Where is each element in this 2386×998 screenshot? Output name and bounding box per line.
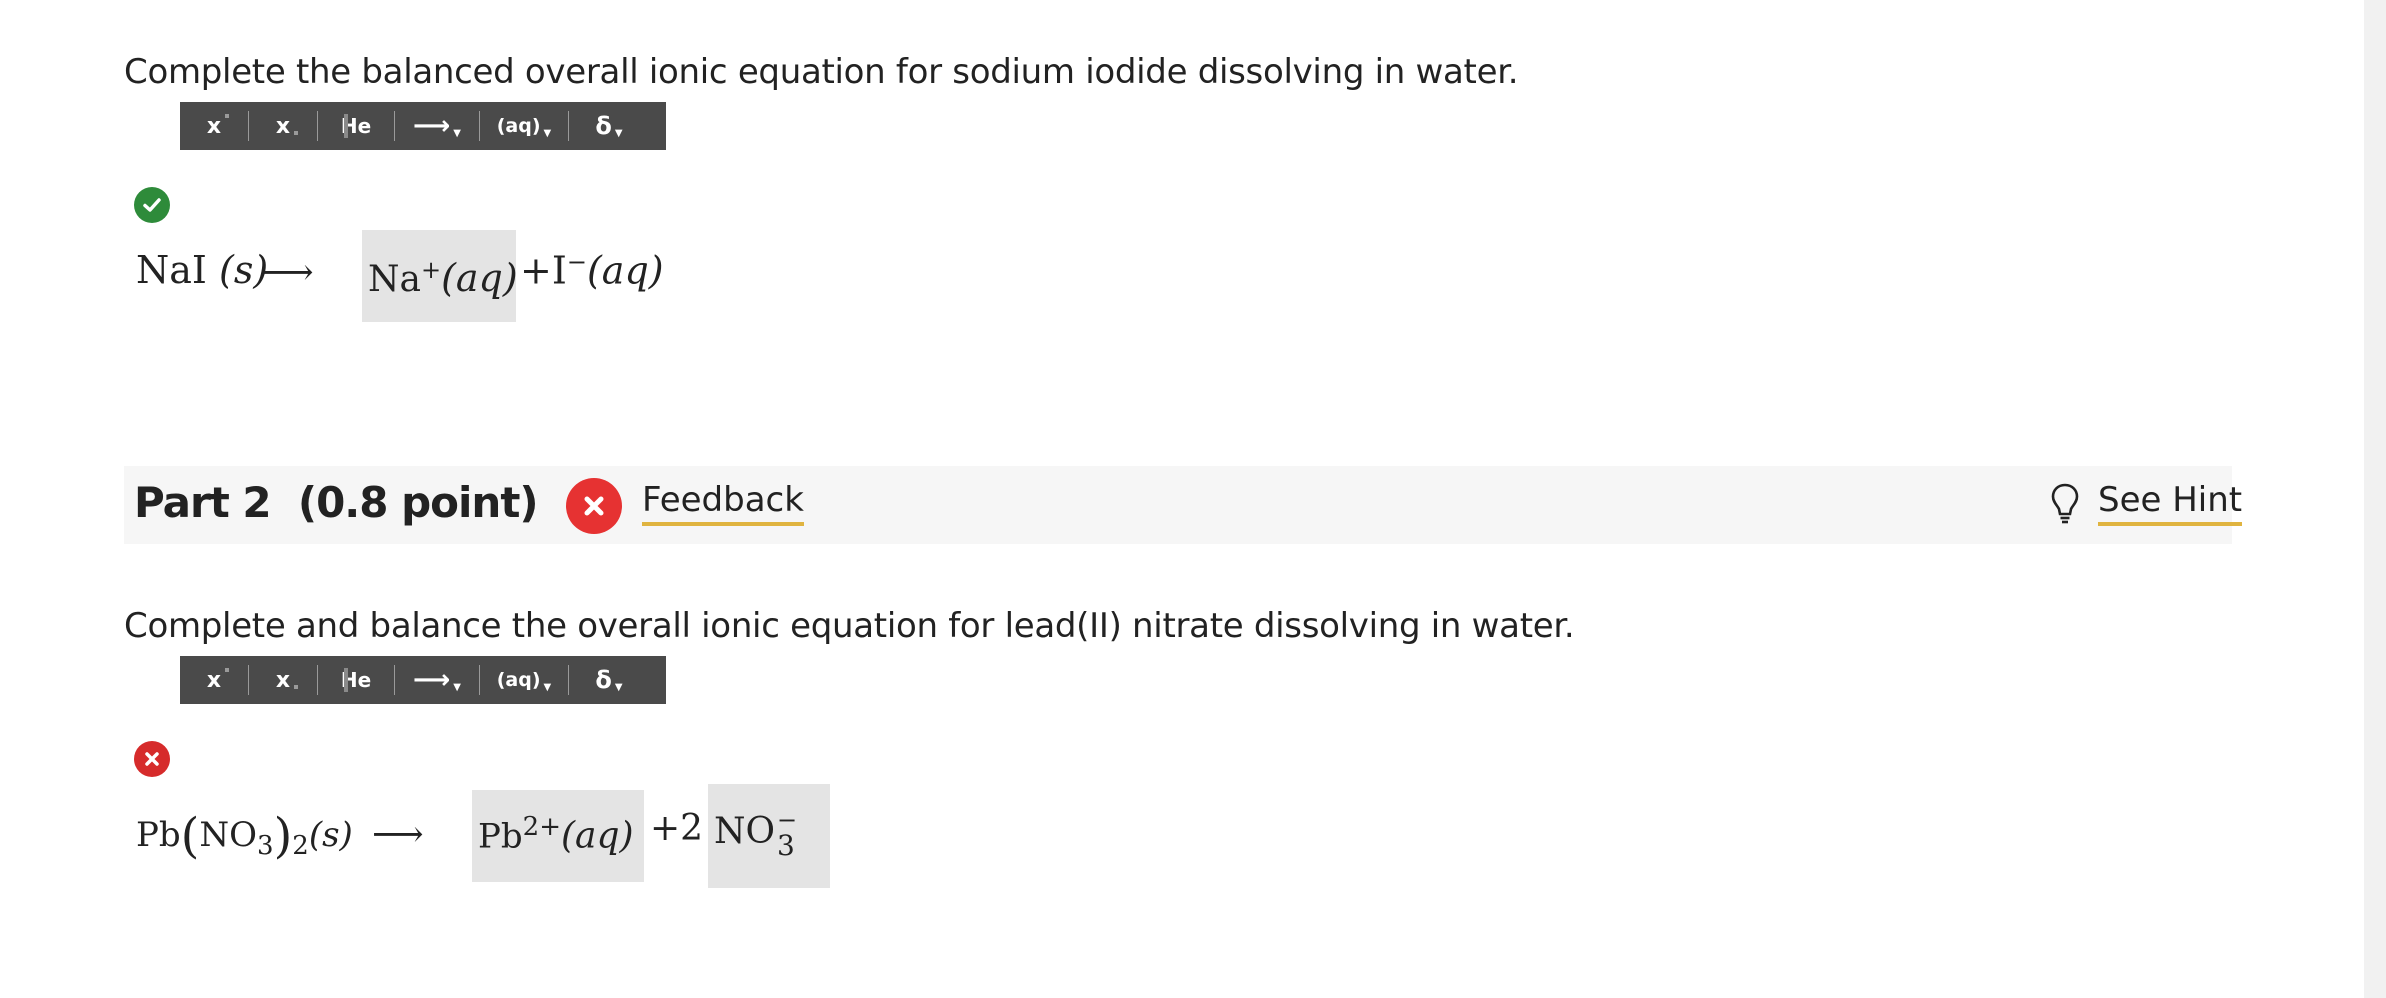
ion-state: (aq) <box>441 256 518 300</box>
part2-answer-ion-2: NO −3 <box>714 808 797 860</box>
caret-down-icon: ▼ <box>614 681 623 693</box>
product2-symbol: I <box>551 248 567 293</box>
part1-toolbar: x x He ⟶ ▼ (aq) ▼ δ ▼ <box>180 102 666 150</box>
correct-check-icon <box>134 187 170 223</box>
ion-state: (aq) <box>560 815 634 857</box>
subscript-label: x <box>275 667 291 693</box>
part1-question: Complete the balanced overall ionic equa… <box>124 52 1519 92</box>
reactant-no: NO <box>199 815 258 855</box>
superscript-button[interactable]: x <box>180 656 248 704</box>
plus-sign: + <box>520 248 552 293</box>
arrow-dropdown-button[interactable]: ⟶ ▼ <box>395 102 479 150</box>
reactant-no-sub: 3 <box>257 830 274 861</box>
arrow-dropdown-button[interactable]: ⟶ ▼ <box>395 656 479 704</box>
ion2-scripts: −3 <box>777 808 797 860</box>
arrow-label: ⟶ <box>413 665 451 695</box>
state-label: (aq) <box>496 115 541 137</box>
reaction-arrow: ⟶ <box>372 814 424 855</box>
part-number: Part 2 <box>134 478 272 527</box>
element-button[interactable]: He <box>318 656 394 704</box>
superscript-marker-icon <box>225 114 229 118</box>
part2-question: Complete and balance the overall ionic e… <box>124 606 1575 646</box>
subscript-marker-icon <box>294 685 298 689</box>
reactant-state: (s) <box>219 248 269 292</box>
reactant-pb: Pb <box>136 815 181 855</box>
part1-answer-ion: Na+(aq) <box>368 256 518 300</box>
state-label: (aq) <box>496 669 541 691</box>
feedback-error-icon <box>566 478 622 534</box>
reactant-state: (s) <box>308 815 353 855</box>
part2-reactant: Pb(NO3)2(s) <box>136 808 353 864</box>
ion-symbol: Pb <box>478 816 523 857</box>
ion-charge: 2+ <box>522 812 561 842</box>
product2-charge: − <box>566 248 587 276</box>
caret-down-icon: ▼ <box>614 127 623 139</box>
reactant-paren-close: ) <box>273 808 293 864</box>
caret-down-icon: ▼ <box>543 127 552 139</box>
see-hint-link[interactable]: See Hint <box>2098 480 2243 526</box>
element-button[interactable]: He <box>318 102 394 150</box>
element-marker-icon <box>344 114 348 138</box>
part1-product2: +I−(aq) <box>520 248 664 293</box>
superscript-label: x <box>206 113 222 139</box>
incorrect-x-icon <box>134 741 170 777</box>
subscript-label: x <box>275 113 291 139</box>
element-marker-icon <box>344 668 348 692</box>
delta-dropdown-button[interactable]: δ ▼ <box>569 656 649 704</box>
part2-header: Part 2 (0.8 point) Feedback See Hint <box>124 466 2243 544</box>
subscript-button[interactable]: x <box>249 102 317 150</box>
reaction-arrow: ⟶ <box>262 252 314 293</box>
delta-label: δ <box>595 112 612 140</box>
ion-symbol: Na <box>368 259 421 300</box>
part2-coefficient: +2 <box>650 808 704 849</box>
part2-toolbar: x x He ⟶ ▼ (aq) ▼ δ ▼ <box>180 656 666 704</box>
ion-charge: + <box>420 256 442 284</box>
ion2-symbol: NO <box>714 811 776 852</box>
part2-answer-ion: Pb2+(aq) <box>478 812 634 856</box>
product2-state: (aq) <box>586 248 664 293</box>
delta-label: δ <box>595 666 612 694</box>
delta-dropdown-button[interactable]: δ ▼ <box>569 102 649 150</box>
superscript-button[interactable]: x <box>180 102 248 150</box>
subscript-button[interactable]: x <box>249 656 317 704</box>
part2-title: Part 2 (0.8 point) <box>134 478 539 527</box>
lightbulb-icon <box>2050 482 2080 531</box>
part-points: (0.8 point) <box>297 478 539 527</box>
reactant-paren-open: ( <box>180 808 200 864</box>
reactant-formula: NaI <box>136 248 207 292</box>
reactant-outer-sub: 2 <box>292 830 309 861</box>
arrow-label: ⟶ <box>413 111 451 141</box>
feedback-link[interactable]: Feedback <box>642 480 804 526</box>
scrollbar[interactable] <box>2364 0 2386 998</box>
caret-down-icon: ▼ <box>453 681 461 693</box>
superscript-label: x <box>206 667 222 693</box>
state-dropdown-button[interactable]: (aq) ▼ <box>480 102 568 150</box>
part1-reactant: NaI (s) <box>136 248 268 292</box>
caret-down-icon: ▼ <box>453 127 461 139</box>
subscript-marker-icon <box>294 131 298 135</box>
caret-down-icon: ▼ <box>543 681 552 693</box>
state-dropdown-button[interactable]: (aq) ▼ <box>480 656 568 704</box>
superscript-marker-icon <box>225 668 229 672</box>
ion2-sub: 3 <box>777 829 795 862</box>
